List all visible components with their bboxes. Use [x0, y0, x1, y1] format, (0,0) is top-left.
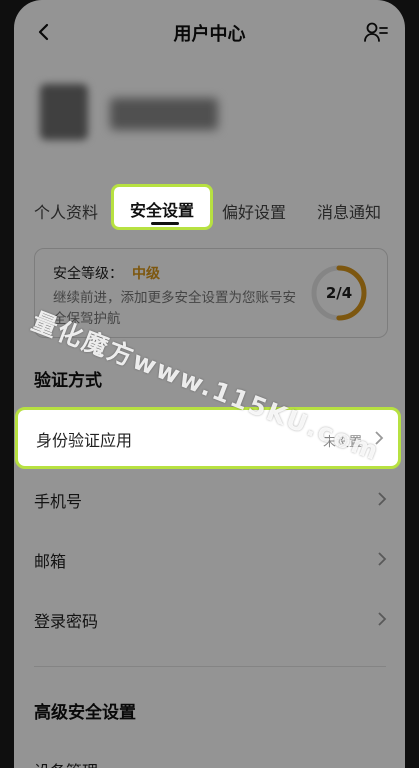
advanced-item-devices[interactable]: 设备管理: [14, 740, 405, 768]
verify-item-phone[interactable]: 手机号: [14, 470, 405, 526]
tab-notifications[interactable]: 消息通知: [317, 199, 381, 223]
highlighted-tab-security[interactable]: 安全设置: [111, 184, 213, 230]
highlighted-tab-label: 安全设置: [129, 201, 194, 220]
chevron-right-icon: [378, 492, 387, 506]
row-label: 邮箱: [34, 552, 67, 571]
page-title: 用户中心: [173, 24, 246, 45]
verify-item-email[interactable]: 邮箱: [14, 530, 405, 586]
security-progress-text: 2/4: [325, 284, 353, 302]
tab-preferences[interactable]: 偏好设置: [222, 199, 286, 223]
security-level-label: 安全等级：: [53, 266, 123, 282]
switch-user-icon[interactable]: [363, 20, 389, 44]
verify-section-title: 验证方式: [34, 371, 102, 391]
chevron-right-icon: [378, 552, 387, 566]
row-label: 手机号: [34, 492, 83, 511]
section-divider: [34, 666, 386, 667]
row-label: 登录密码: [34, 612, 99, 631]
avatar[interactable]: [40, 84, 88, 140]
advanced-section-title: 高级安全设置: [34, 703, 136, 723]
row-label: 设备管理: [34, 758, 98, 768]
security-level-value: 中级: [132, 266, 160, 282]
tab-profile[interactable]: 个人资料: [34, 199, 98, 223]
chevron-right-icon: [378, 612, 387, 626]
tab-active-indicator: [151, 222, 179, 225]
row-label: 身份验证应用: [36, 431, 133, 450]
header: 用户中心: [14, 0, 405, 62]
username-blurred: [110, 98, 218, 130]
verify-item-password[interactable]: 登录密码: [14, 590, 405, 646]
